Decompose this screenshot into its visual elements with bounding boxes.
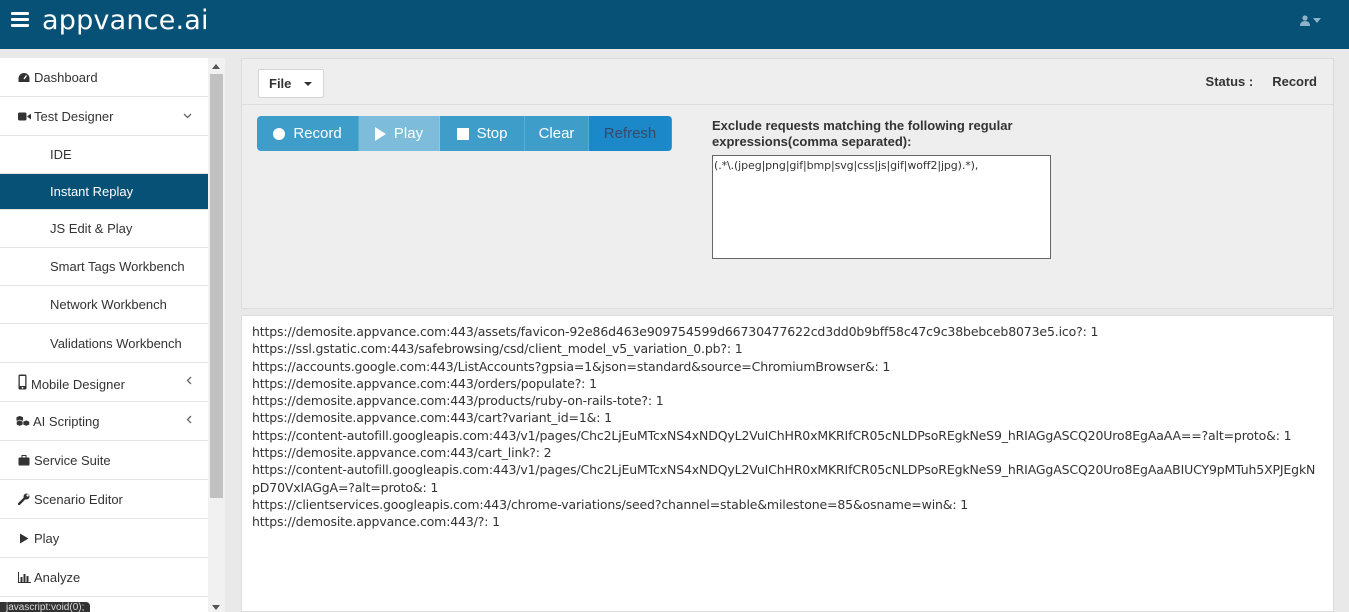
list-item: https://demosite.appvance.com:443/orders… xyxy=(252,375,597,391)
sidebar-item-dashboard[interactable]: Dashboard xyxy=(0,58,208,97)
sidebar-item-smart-tags-workbench[interactable]: Smart Tags Workbench xyxy=(0,248,208,286)
refresh-button[interactable]: Refresh xyxy=(589,116,672,151)
brand-logo[interactable]: appvance.ai xyxy=(42,5,209,36)
list-item: https://accounts.google.com:443/ListAcco… xyxy=(252,358,891,374)
sidebar-item-play[interactable]: Play xyxy=(0,519,208,558)
sidebar-item-instant-replay[interactable]: Instant Replay xyxy=(0,174,208,210)
sidebar-item-mobile-designer[interactable]: Mobile Designer xyxy=(0,363,208,402)
hamburger-menu-icon[interactable] xyxy=(11,12,29,28)
record-button[interactable]: Record xyxy=(257,116,359,151)
dashboard-icon xyxy=(17,72,31,83)
list-item: https://content-autofill.googleapis.com:… xyxy=(252,427,1292,443)
panel-header: File Status : Record xyxy=(242,59,1333,105)
chevron-left-icon xyxy=(186,415,192,427)
caret-down-icon xyxy=(1313,18,1321,23)
caret-down-icon xyxy=(304,81,313,86)
list-item: https://ssl.gstatic.com:443/safebrowsing… xyxy=(252,341,743,357)
captured-requests-output: https://demosite.appvance.com:443/assets… xyxy=(241,315,1334,612)
play-button[interactable]: Play xyxy=(359,116,440,151)
list-item: https://clientservices.googleapis.com:44… xyxy=(252,496,969,512)
status-display: Status : Record xyxy=(1206,74,1317,89)
stop-icon xyxy=(456,127,469,140)
sidebar-item-test-designer[interactable]: Test Designer xyxy=(0,97,208,136)
sidebar-item-ide[interactable]: IDE xyxy=(0,136,208,174)
sidebar-item-scenario-editor[interactable]: Scenario Editor xyxy=(0,480,208,519)
sidebar-item-network-workbench[interactable]: Network Workbench xyxy=(0,286,208,324)
list-item: https://demosite.appvance.com:443/cart_l… xyxy=(252,445,552,461)
list-item: https://demosite.appvance.com:443/?: 1 xyxy=(252,514,500,530)
mobile-icon xyxy=(15,374,29,390)
chevron-down-icon xyxy=(183,110,192,122)
sidebar-item-js-edit-play[interactable]: JS Edit & Play xyxy=(0,210,208,248)
status-value: Record xyxy=(1272,74,1317,89)
scroll-up-arrow-icon[interactable] xyxy=(212,64,220,69)
sidebar-item-analyze[interactable]: Analyze xyxy=(0,558,208,597)
user-icon xyxy=(1300,15,1310,26)
stop-button[interactable]: Stop xyxy=(440,116,525,151)
status-label: Status : xyxy=(1205,74,1254,89)
list-item: https://demosite.appvance.com:443/cart?v… xyxy=(252,410,612,426)
list-item: https://content-autofill.googleapis.com:… xyxy=(252,462,1316,495)
list-item: https://demosite.appvance.com:443/assets… xyxy=(252,324,1099,339)
exclude-regex-textarea[interactable]: (.*\.(jpeg|png|gif|bmp|svg|css|js|gif|wo… xyxy=(712,155,1051,259)
briefcase-icon xyxy=(17,454,31,466)
sidebar-item-ai-scripting[interactable]: AI Scripting xyxy=(0,402,208,441)
recording-controls: Record Play Stop Clear Refresh xyxy=(257,116,672,151)
top-bar: appvance.ai xyxy=(0,0,1349,49)
video-camera-icon xyxy=(17,112,31,121)
file-dropdown-button[interactable]: File xyxy=(258,69,324,98)
instant-replay-panel: File Status : Record Record Play Stop Cl… xyxy=(241,58,1334,309)
play-icon xyxy=(374,126,386,141)
scroll-down-arrow-icon[interactable] xyxy=(212,605,220,610)
link-status-tooltip: javascript:void(0); xyxy=(0,602,91,612)
list-item: https://demosite.appvance.com:443/produc… xyxy=(252,393,664,409)
exclude-regex-label: Exclude requests matching the following … xyxy=(712,118,1013,149)
user-menu[interactable] xyxy=(1300,15,1321,26)
sidebar-item-service-suite[interactable]: Service Suite xyxy=(0,441,208,480)
sidebar-item-validations-workbench[interactable]: Validations Workbench xyxy=(0,324,208,363)
sidebar-scrollbar[interactable] xyxy=(208,58,225,612)
clear-button[interactable]: Clear xyxy=(525,116,589,151)
bar-chart-icon xyxy=(17,571,31,583)
sidebar: Dashboard Test Designer IDE Instant Repl… xyxy=(0,58,208,612)
cubes-icon xyxy=(16,415,30,427)
play-icon xyxy=(17,533,31,544)
record-icon xyxy=(273,127,286,140)
wrench-icon xyxy=(17,493,31,505)
scrollbar-thumb[interactable] xyxy=(210,74,223,498)
chevron-left-icon xyxy=(186,376,192,388)
